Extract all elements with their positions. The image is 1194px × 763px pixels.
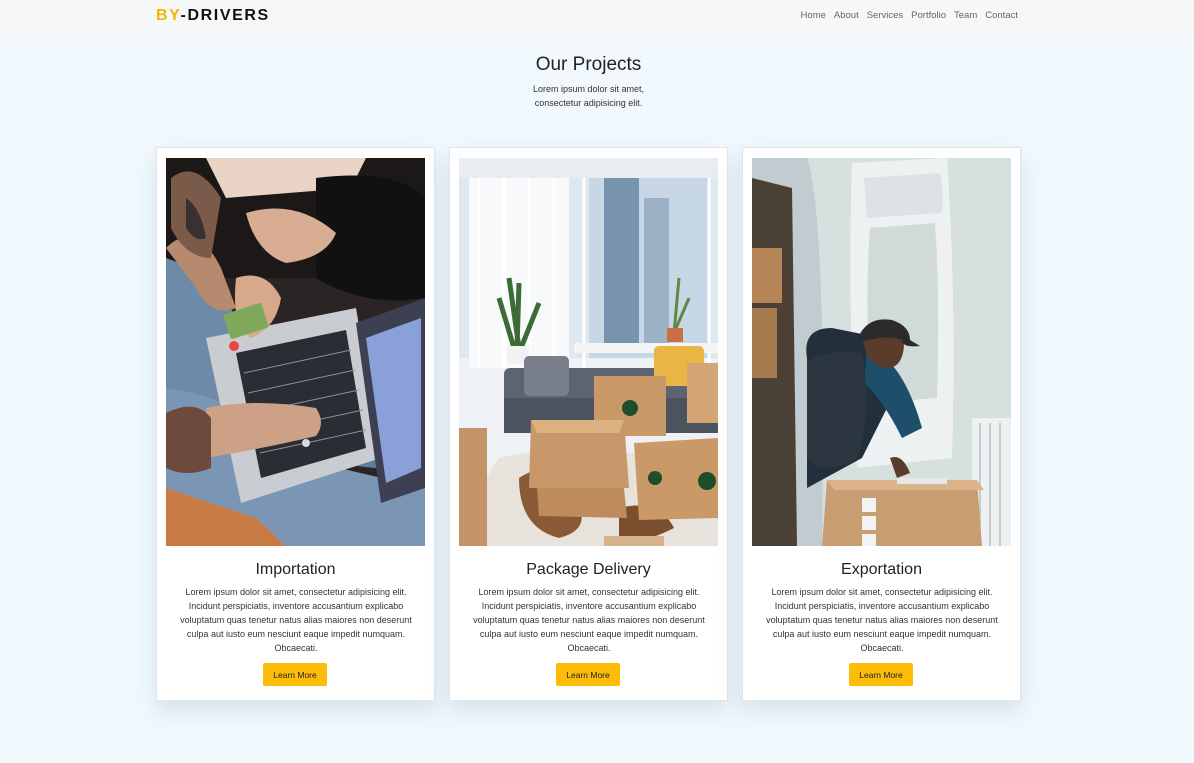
project-card-exportation: Exportation Lorem ipsum dolor sit amet, … xyxy=(742,147,1021,701)
nav-portfolio-link[interactable]: Portfolio xyxy=(911,10,946,21)
navbar: BY-DRIVERS Home About Services Portfolio… xyxy=(0,0,1194,36)
nav-menu: Home About Services Portfolio Team Conta… xyxy=(801,10,1018,21)
nav-about-link[interactable]: About xyxy=(834,10,859,21)
learn-more-button[interactable]: Learn More xyxy=(849,663,913,686)
exportation-photo xyxy=(752,158,1011,546)
nav-services-link[interactable]: Services xyxy=(867,10,903,21)
nav-contact-link[interactable]: Contact xyxy=(985,10,1018,21)
nav-team-link[interactable]: Team xyxy=(954,10,977,21)
nav-home-link[interactable]: Home xyxy=(801,10,826,21)
card-title: Package Delivery xyxy=(526,561,651,578)
card-text: Lorem ipsum dolor sit amet, consectetur … xyxy=(766,587,998,653)
section-title: Our Projects xyxy=(535,54,642,75)
brand-accent: BY xyxy=(156,7,181,24)
card-title: Exportation xyxy=(841,561,922,578)
card-text: Lorem ipsum dolor sit amet, consectetur … xyxy=(473,587,705,653)
brand-name: -DRIVERS xyxy=(180,7,270,24)
learn-more-button[interactable]: Learn More xyxy=(556,663,620,686)
section-subtitle-line1: Lorem ipsum dolor sit amet, xyxy=(532,84,645,94)
section-subtitle-line2: consectetur adipisicing elit. xyxy=(534,98,643,108)
card-title: Importation xyxy=(255,561,336,578)
learn-more-button[interactable]: Learn More xyxy=(263,663,327,686)
section-subtitle: Lorem ipsum dolor sit amet, consectetur … xyxy=(0,82,1177,110)
brand-logo[interactable]: BY-DRIVERS xyxy=(156,7,270,25)
project-card-importation: Importation Lorem ipsum dolor sit amet, … xyxy=(156,147,435,701)
card-text: Lorem ipsum dolor sit amet, consectetur … xyxy=(180,587,412,653)
importation-photo xyxy=(166,158,425,546)
package-delivery-photo xyxy=(459,158,718,546)
project-card-package-delivery: Package Delivery Lorem ipsum dolor sit a… xyxy=(449,147,728,701)
